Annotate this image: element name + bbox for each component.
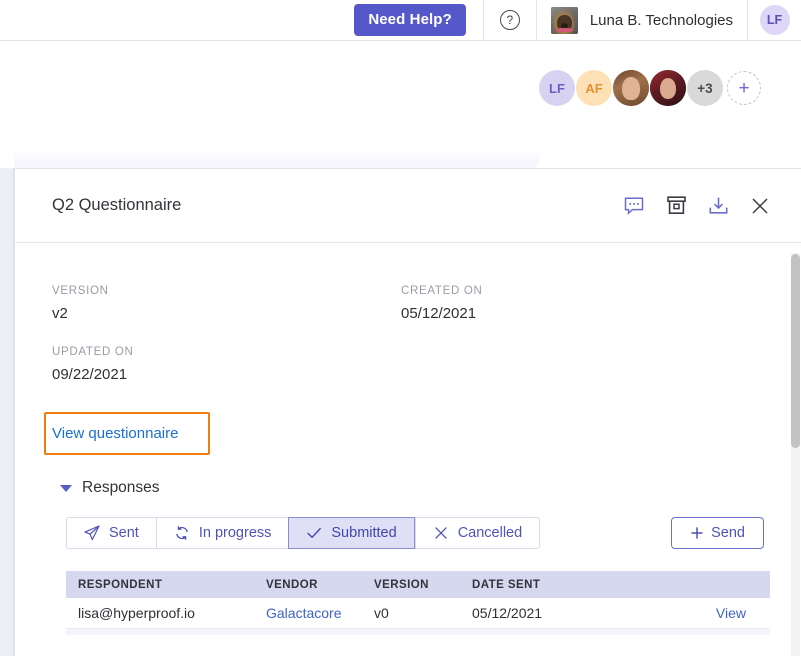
metadata-field-created-on: CREATED ON 05/12/2021 bbox=[401, 285, 750, 322]
left-rail-lower bbox=[0, 168, 14, 656]
panel-header: Q2 Questionnaire bbox=[15, 169, 801, 243]
x-icon bbox=[434, 527, 447, 539]
panel-action-bar bbox=[623, 195, 771, 217]
refresh-icon bbox=[176, 526, 188, 540]
collaborator-avatar-stack: LF AF +3 + bbox=[538, 70, 761, 106]
panel-body: VERSION v2 CREATED ON 05/12/2021 UPDATED… bbox=[15, 243, 801, 635]
table-row[interactable]: lisa@hyperproof.io Galactacore v0 05/12/… bbox=[66, 598, 770, 629]
filter-tab-cancelled[interactable]: Cancelled bbox=[414, 517, 541, 549]
view-questionnaire-wrapper: View questionnaire bbox=[44, 412, 210, 455]
table-header-row: RESPONDENT VENDOR VERSION DATE SENT bbox=[66, 571, 770, 598]
cell-vendor-link[interactable]: Galactacore bbox=[266, 605, 374, 621]
avatar[interactable] bbox=[613, 70, 649, 106]
column-header-vendor: VENDOR bbox=[266, 578, 318, 591]
help-button[interactable]: ? bbox=[484, 0, 536, 41]
cell-view-link[interactable]: View bbox=[678, 605, 758, 621]
questionnaire-detail-panel: Q2 Questionnaire VERSION v2 CREATED ON 0… bbox=[14, 168, 801, 656]
comment-icon bbox=[624, 196, 644, 215]
app-root: Need Help? ? Luna B. Technologies LF LF … bbox=[0, 0, 801, 656]
responses-table: RESPONDENT VENDOR VERSION DATE SENT lisa… bbox=[66, 571, 770, 629]
avatar[interactable]: AF bbox=[576, 70, 612, 106]
paper-plane-icon bbox=[84, 525, 100, 541]
avatar[interactable]: LF bbox=[539, 70, 575, 106]
check-icon bbox=[307, 527, 322, 538]
add-collaborator-button[interactable]: + bbox=[727, 71, 761, 105]
column-header-date-sent: DATE SENT bbox=[472, 578, 541, 591]
comment-button[interactable] bbox=[623, 195, 645, 217]
cell-version: v0 bbox=[374, 605, 389, 621]
metadata-row: UPDATED ON 09/22/2021 bbox=[52, 346, 801, 383]
close-button[interactable] bbox=[749, 195, 771, 217]
metadata-value: 09/22/2021 bbox=[52, 366, 128, 383]
close-icon bbox=[752, 197, 768, 214]
metadata-label: VERSION bbox=[52, 285, 109, 297]
metadata-grid: VERSION v2 CREATED ON 05/12/2021 UPDATED… bbox=[15, 243, 801, 383]
responses-toolbar: Sent In progress Submitted Cancelled Sen… bbox=[66, 517, 764, 549]
archive-icon bbox=[666, 196, 686, 214]
filter-tab-label: Sent bbox=[109, 525, 139, 541]
cell-date-sent: 05/12/2021 bbox=[472, 605, 543, 621]
metadata-label: UPDATED ON bbox=[52, 346, 134, 358]
org-switcher[interactable]: Luna B. Technologies bbox=[537, 0, 747, 41]
filter-tab-in-progress[interactable]: In progress bbox=[155, 517, 289, 549]
filter-tab-label: Cancelled bbox=[457, 525, 523, 541]
metadata-field-updated-on: UPDATED ON 09/22/2021 bbox=[52, 346, 401, 383]
question-circle-icon: ? bbox=[499, 10, 520, 30]
download-icon bbox=[709, 197, 727, 214]
metadata-field-version: VERSION v2 bbox=[52, 285, 401, 322]
download-button[interactable] bbox=[707, 195, 729, 217]
archive-button[interactable] bbox=[665, 195, 687, 217]
cell-respondent: lisa@hyperproof.io bbox=[78, 605, 195, 621]
filter-tab-label: In progress bbox=[198, 525, 272, 541]
org-avatar bbox=[550, 6, 578, 34]
send-button-label: Send bbox=[711, 525, 745, 541]
page-title: Q2 Questionnaire bbox=[52, 196, 182, 214]
panel-scrollbar-thumb[interactable] bbox=[791, 254, 800, 448]
filter-tab-label: Submitted bbox=[331, 525, 397, 541]
org-name: Luna B. Technologies bbox=[589, 11, 733, 29]
send-button[interactable]: Send bbox=[671, 517, 764, 549]
responses-section-label: Responses bbox=[82, 479, 160, 496]
filter-tab-submitted[interactable]: Submitted bbox=[288, 517, 415, 549]
table-footer-spacer bbox=[66, 629, 770, 635]
user-menu-button[interactable]: LF bbox=[748, 0, 801, 41]
plus-icon bbox=[691, 527, 703, 539]
column-header-respondent: RESPONDENT bbox=[78, 578, 163, 591]
metadata-row: VERSION v2 CREATED ON 05/12/2021 bbox=[52, 285, 801, 322]
responses-section-header: Responses bbox=[60, 479, 801, 497]
column-header-version: VERSION bbox=[374, 578, 429, 591]
filter-tab-sent[interactable]: Sent bbox=[66, 517, 156, 549]
avatar: LF bbox=[759, 5, 790, 35]
metadata-value: 05/12/2021 bbox=[401, 305, 477, 322]
chevron-down-icon[interactable] bbox=[60, 484, 72, 492]
status-filter-group: Sent In progress Submitted Cancelled bbox=[66, 517, 541, 549]
view-questionnaire-link[interactable]: View questionnaire bbox=[52, 425, 178, 442]
metadata-label: CREATED ON bbox=[401, 285, 483, 297]
metadata-value: v2 bbox=[52, 305, 68, 322]
need-help-button[interactable]: Need Help? bbox=[354, 4, 466, 36]
avatar-overflow-count[interactable]: +3 bbox=[687, 70, 723, 106]
top-bar: Need Help? ? Luna B. Technologies LF bbox=[0, 0, 801, 41]
avatar[interactable] bbox=[650, 70, 686, 106]
